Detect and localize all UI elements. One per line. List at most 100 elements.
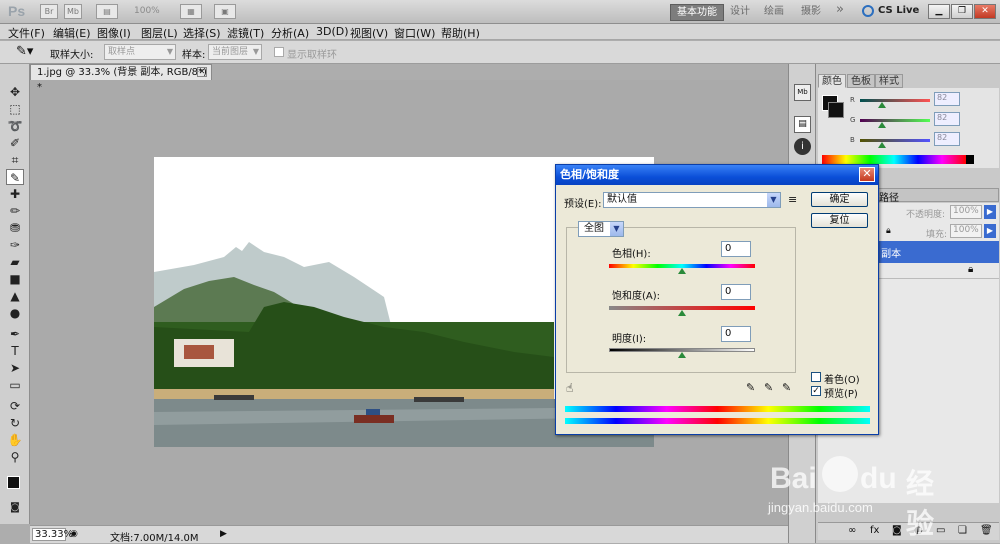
arrange-documents-icon[interactable]: ▦ xyxy=(180,4,202,19)
blue-value-field[interactable]: 82 xyxy=(934,132,960,146)
document-size-info[interactable]: 文档:7.00M/14.0M xyxy=(110,529,199,544)
colorize-checkbox[interactable] xyxy=(811,372,821,382)
menu-analysis[interactable]: 分析(A) xyxy=(271,25,309,41)
menu-file[interactable]: 文件(F) xyxy=(8,25,45,41)
workspace-essentials[interactable]: 基本功能 xyxy=(670,4,724,21)
new-layer-icon[interactable]: ❏ xyxy=(958,525,967,536)
preset-options-icon[interactable]: ≡ xyxy=(788,193,797,206)
sample-size-select[interactable]: 取样点 ▼ xyxy=(104,44,176,60)
workspace-design[interactable]: 设计 xyxy=(724,4,756,21)
blue-slider[interactable] xyxy=(860,139,930,142)
new-group-icon[interactable]: ▭ xyxy=(936,525,945,536)
history-brush-tool-icon[interactable]: ✑ xyxy=(6,237,24,253)
3d-rotate-tool-icon[interactable]: ⟳ xyxy=(6,398,24,414)
menu-window[interactable]: 窗口(W) xyxy=(394,25,435,41)
workspace-photography[interactable]: 摄影 xyxy=(795,4,827,21)
channel-select[interactable]: 全图 ▼ xyxy=(578,221,624,237)
cs-live-menu[interactable]: CS Live xyxy=(878,5,919,16)
menu-filter[interactable]: 滤镜(T) xyxy=(227,25,264,41)
eyedropper-plus-icon[interactable]: ✎ xyxy=(764,381,773,394)
saturation-input[interactable]: 0 xyxy=(721,284,751,300)
3d-orbit-tool-icon[interactable]: ↻ xyxy=(6,415,24,431)
hand-tool-icon[interactable]: ✋ xyxy=(6,432,24,448)
zoom-field[interactable]: 33.33% xyxy=(32,528,73,541)
eyedropper-tool-icon[interactable]: ✎▾ xyxy=(16,44,33,59)
move-tool-icon[interactable]: ✥ xyxy=(6,84,24,100)
background-color-swatch[interactable] xyxy=(828,102,844,118)
lasso-tool-icon[interactable]: ➰ xyxy=(6,118,24,134)
red-slider[interactable] xyxy=(860,99,930,102)
quick-select-tool-icon[interactable]: ✐ xyxy=(6,135,24,151)
dodge-tool-icon[interactable]: ● xyxy=(6,305,24,321)
green-slider[interactable] xyxy=(860,119,930,122)
crop-tool-icon[interactable]: ⌗ xyxy=(6,152,24,168)
lock-icon[interactable]: 🔒︎ xyxy=(886,226,891,236)
eyedropper-minus-icon[interactable]: ✎ xyxy=(782,381,791,394)
menu-select[interactable]: 选择(S) xyxy=(183,25,221,41)
more-workspaces-icon[interactable]: » xyxy=(830,2,850,19)
blue-slider-thumb[interactable] xyxy=(878,142,886,148)
fill-field[interactable]: 100% xyxy=(950,224,982,238)
preset-select[interactable]: 默认值 ▼ xyxy=(603,192,781,208)
type-tool-icon[interactable]: T xyxy=(6,343,24,359)
reset-button[interactable]: 复位 xyxy=(811,213,868,228)
hue-slider-thumb[interactable] xyxy=(678,268,686,274)
dialog-title-bar[interactable]: 色相/饱和度 xyxy=(556,165,878,185)
workspace-painting[interactable]: 绘画 xyxy=(758,4,790,21)
opacity-field[interactable]: 100% xyxy=(950,205,982,219)
opacity-arrow-icon[interactable]: ▶ xyxy=(984,205,996,219)
close-document-icon[interactable]: ✕ xyxy=(197,67,207,77)
preset-dropdown-icon[interactable]: ▼ xyxy=(767,193,780,207)
bridge-icon[interactable]: Br xyxy=(40,4,58,19)
red-value-field[interactable]: 82 xyxy=(934,92,960,106)
hue-input[interactable]: 0 xyxy=(721,241,751,257)
menu-image[interactable]: 图像(I) xyxy=(97,25,131,41)
channel-dropdown-icon[interactable]: ▼ xyxy=(610,222,623,236)
green-slider-thumb[interactable] xyxy=(878,122,886,128)
document-tab[interactable]: 1.jpg @ 33.3% (背景 副本, RGB/8*) * ✕ xyxy=(30,64,212,93)
layer-mask-icon[interactable]: ◙ xyxy=(892,525,902,536)
zoom-level[interactable]: 100% xyxy=(134,6,160,16)
mini-bridge-panel-icon[interactable]: Mb xyxy=(794,84,811,101)
minimize-button[interactable]: ▁ xyxy=(928,4,950,19)
menu-help[interactable]: 帮助(H) xyxy=(441,25,480,41)
screen-mode-icon[interactable]: ▣ xyxy=(214,4,236,19)
eraser-tool-icon[interactable]: ▰ xyxy=(6,254,24,270)
path-selection-tool-icon[interactable]: ➤ xyxy=(6,360,24,376)
red-slider-thumb[interactable] xyxy=(878,102,886,108)
menu-layer[interactable]: 图层(L) xyxy=(141,25,178,41)
clone-stamp-tool-icon[interactable]: ⛃ xyxy=(6,220,24,236)
eyedropper-icon[interactable]: ✎ xyxy=(746,381,755,394)
menu-3d[interactable]: 3D(D) xyxy=(316,25,349,38)
mini-bridge-icon[interactable]: Mb xyxy=(64,4,82,19)
gradient-tool-icon[interactable]: ■ xyxy=(6,271,24,287)
sample-select[interactable]: 当前图层 ▼ xyxy=(208,44,262,60)
layer-style-icon[interactable]: fx xyxy=(870,525,879,536)
menu-edit[interactable]: 编辑(E) xyxy=(53,25,91,41)
pen-tool-icon[interactable]: ✒ xyxy=(6,326,24,342)
tab-swatches[interactable]: 色板 xyxy=(847,74,875,88)
delete-layer-icon[interactable]: 🗑︎ xyxy=(980,525,993,536)
tab-styles[interactable]: 样式 xyxy=(875,74,903,88)
marquee-tool-icon[interactable]: ⬚ xyxy=(6,101,24,117)
history-panel-icon[interactable]: ▤ xyxy=(794,116,811,133)
info-panel-icon[interactable]: i xyxy=(794,138,811,155)
restore-button[interactable]: ❐ xyxy=(951,4,973,19)
foreground-color-swatch[interactable] xyxy=(7,476,20,489)
preview-checkbox[interactable]: ✓ xyxy=(811,386,821,396)
dialog-close-button[interactable]: ✕ xyxy=(859,167,875,182)
zoom-tool-icon[interactable]: ⚲ xyxy=(6,449,24,465)
menu-view[interactable]: 视图(V) xyxy=(350,25,388,41)
color-spectrum-bar[interactable] xyxy=(822,155,966,164)
fill-arrow-icon[interactable]: ▶ xyxy=(984,224,996,238)
healing-brush-tool-icon[interactable]: ✚ xyxy=(6,186,24,202)
saturation-slider-thumb[interactable] xyxy=(678,310,686,316)
status-menu-arrow-icon[interactable]: ▶ xyxy=(220,529,227,539)
show-ring-checkbox[interactable] xyxy=(274,47,284,57)
ok-button[interactable]: 确定 xyxy=(811,192,868,207)
close-button[interactable]: ✕ xyxy=(974,4,996,19)
brush-tool-icon[interactable]: ✏ xyxy=(6,203,24,219)
shape-tool-icon[interactable]: ▭ xyxy=(6,377,24,393)
tab-paths[interactable]: 路径 xyxy=(879,189,899,204)
targeted-adjustment-hand-icon[interactable]: ☝ xyxy=(566,381,573,395)
